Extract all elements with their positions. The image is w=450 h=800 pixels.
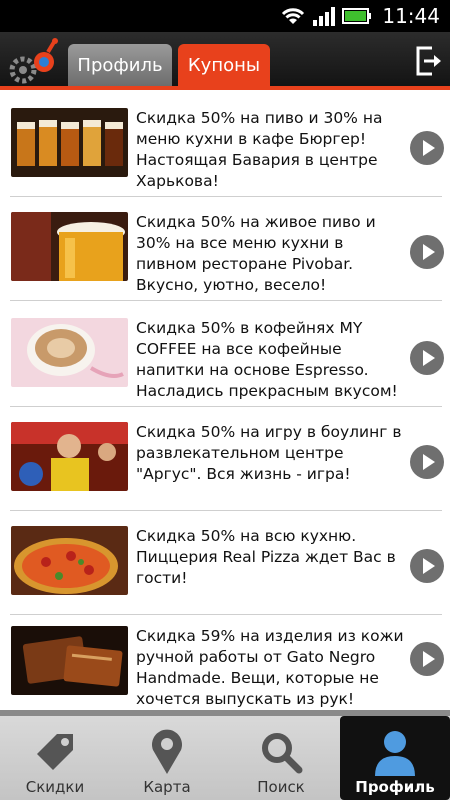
- coupon-item[interactable]: Скидка 50% на игру в боулинг в развлекат…: [0, 408, 450, 512]
- coupon-text: Скидка 50% на пиво и 30% на меню кухни в…: [136, 109, 383, 190]
- app-logo-icon: [9, 38, 58, 84]
- search-icon: [262, 733, 303, 774]
- nav-map[interactable]: Карта: [112, 716, 222, 800]
- nav-label: Карта: [143, 778, 191, 796]
- nav-label: Поиск: [257, 778, 305, 796]
- coupon-text: Скидка 50% на игру в боулинг в развлекат…: [136, 423, 402, 483]
- tab-coupons[interactable]: Купоны: [178, 44, 270, 86]
- play-arrow-icon[interactable]: [410, 235, 444, 269]
- logout-icon[interactable]: [414, 44, 444, 78]
- map-pin-icon: [152, 729, 182, 774]
- coupon-list[interactable]: Скидка 50% на пиво и 30% на меню кухни в…: [0, 94, 450, 710]
- divider: [10, 406, 442, 407]
- play-arrow-icon[interactable]: [410, 642, 444, 676]
- coupon-item[interactable]: Скидка 50% на пиво и 30% на меню кухни в…: [0, 94, 450, 198]
- tab-profile[interactable]: Профиль: [68, 44, 172, 86]
- tag-icon: [37, 734, 73, 770]
- nav-search[interactable]: Поиск: [226, 716, 336, 800]
- play-arrow-icon[interactable]: [410, 445, 444, 479]
- coupon-item[interactable]: Скидка 50% на живое пиво и 30% на все ме…: [0, 198, 450, 302]
- divider: [10, 300, 442, 301]
- play-arrow-icon[interactable]: [410, 549, 444, 583]
- play-arrow-icon[interactable]: [410, 341, 444, 375]
- coupon-image-beer-glass: [11, 212, 128, 281]
- coupon-image-pizza: [11, 526, 128, 595]
- coupon-item[interactable]: Скидка 50% в кофейнях MY COFFEE на все к…: [0, 304, 450, 408]
- app-header: Профиль Купоны: [0, 32, 450, 90]
- signal-icon: [313, 7, 336, 26]
- status-icons: 11:44: [280, 4, 440, 28]
- coupon-text: Скидка 50% на живое пиво и 30% на все ме…: [136, 213, 376, 294]
- bottom-nav: Скидки Карта Поиск Профиль: [0, 710, 450, 800]
- nav-profile[interactable]: Профиль: [340, 716, 450, 800]
- header-accent-line: [0, 86, 450, 90]
- status-bar: 11:44: [0, 0, 450, 32]
- coupon-text: Скидка 50% в кофейнях MY COFFEE на все к…: [136, 319, 398, 400]
- nav-label: Скидки: [25, 778, 85, 796]
- coupon-image-bowling: [11, 422, 128, 491]
- user-icon: [375, 731, 415, 776]
- divider: [10, 196, 442, 197]
- coupon-text: Скидка 50% на всю кухню. Пиццерия Real P…: [136, 527, 396, 587]
- nav-label: Профиль: [355, 778, 435, 796]
- wifi-icon: [282, 8, 305, 24]
- coupon-item[interactable]: Скидка 59% на изделия из кожи ручной раб…: [0, 612, 450, 710]
- nav-discounts[interactable]: Скидки: [0, 716, 110, 800]
- divider: [10, 510, 442, 511]
- coupon-image-coffee-cup: [11, 318, 128, 387]
- coupon-image-leather-goods: [11, 626, 128, 695]
- coupon-image-beer-mugs: [11, 108, 128, 177]
- battery-icon: [342, 8, 372, 24]
- play-arrow-icon[interactable]: [410, 131, 444, 165]
- coupon-text: Скидка 59% на изделия из кожи ручной раб…: [136, 627, 404, 708]
- status-time: 11:44: [382, 4, 440, 28]
- coupon-item[interactable]: Скидка 50% на всю кухню. Пиццерия Real P…: [0, 512, 450, 616]
